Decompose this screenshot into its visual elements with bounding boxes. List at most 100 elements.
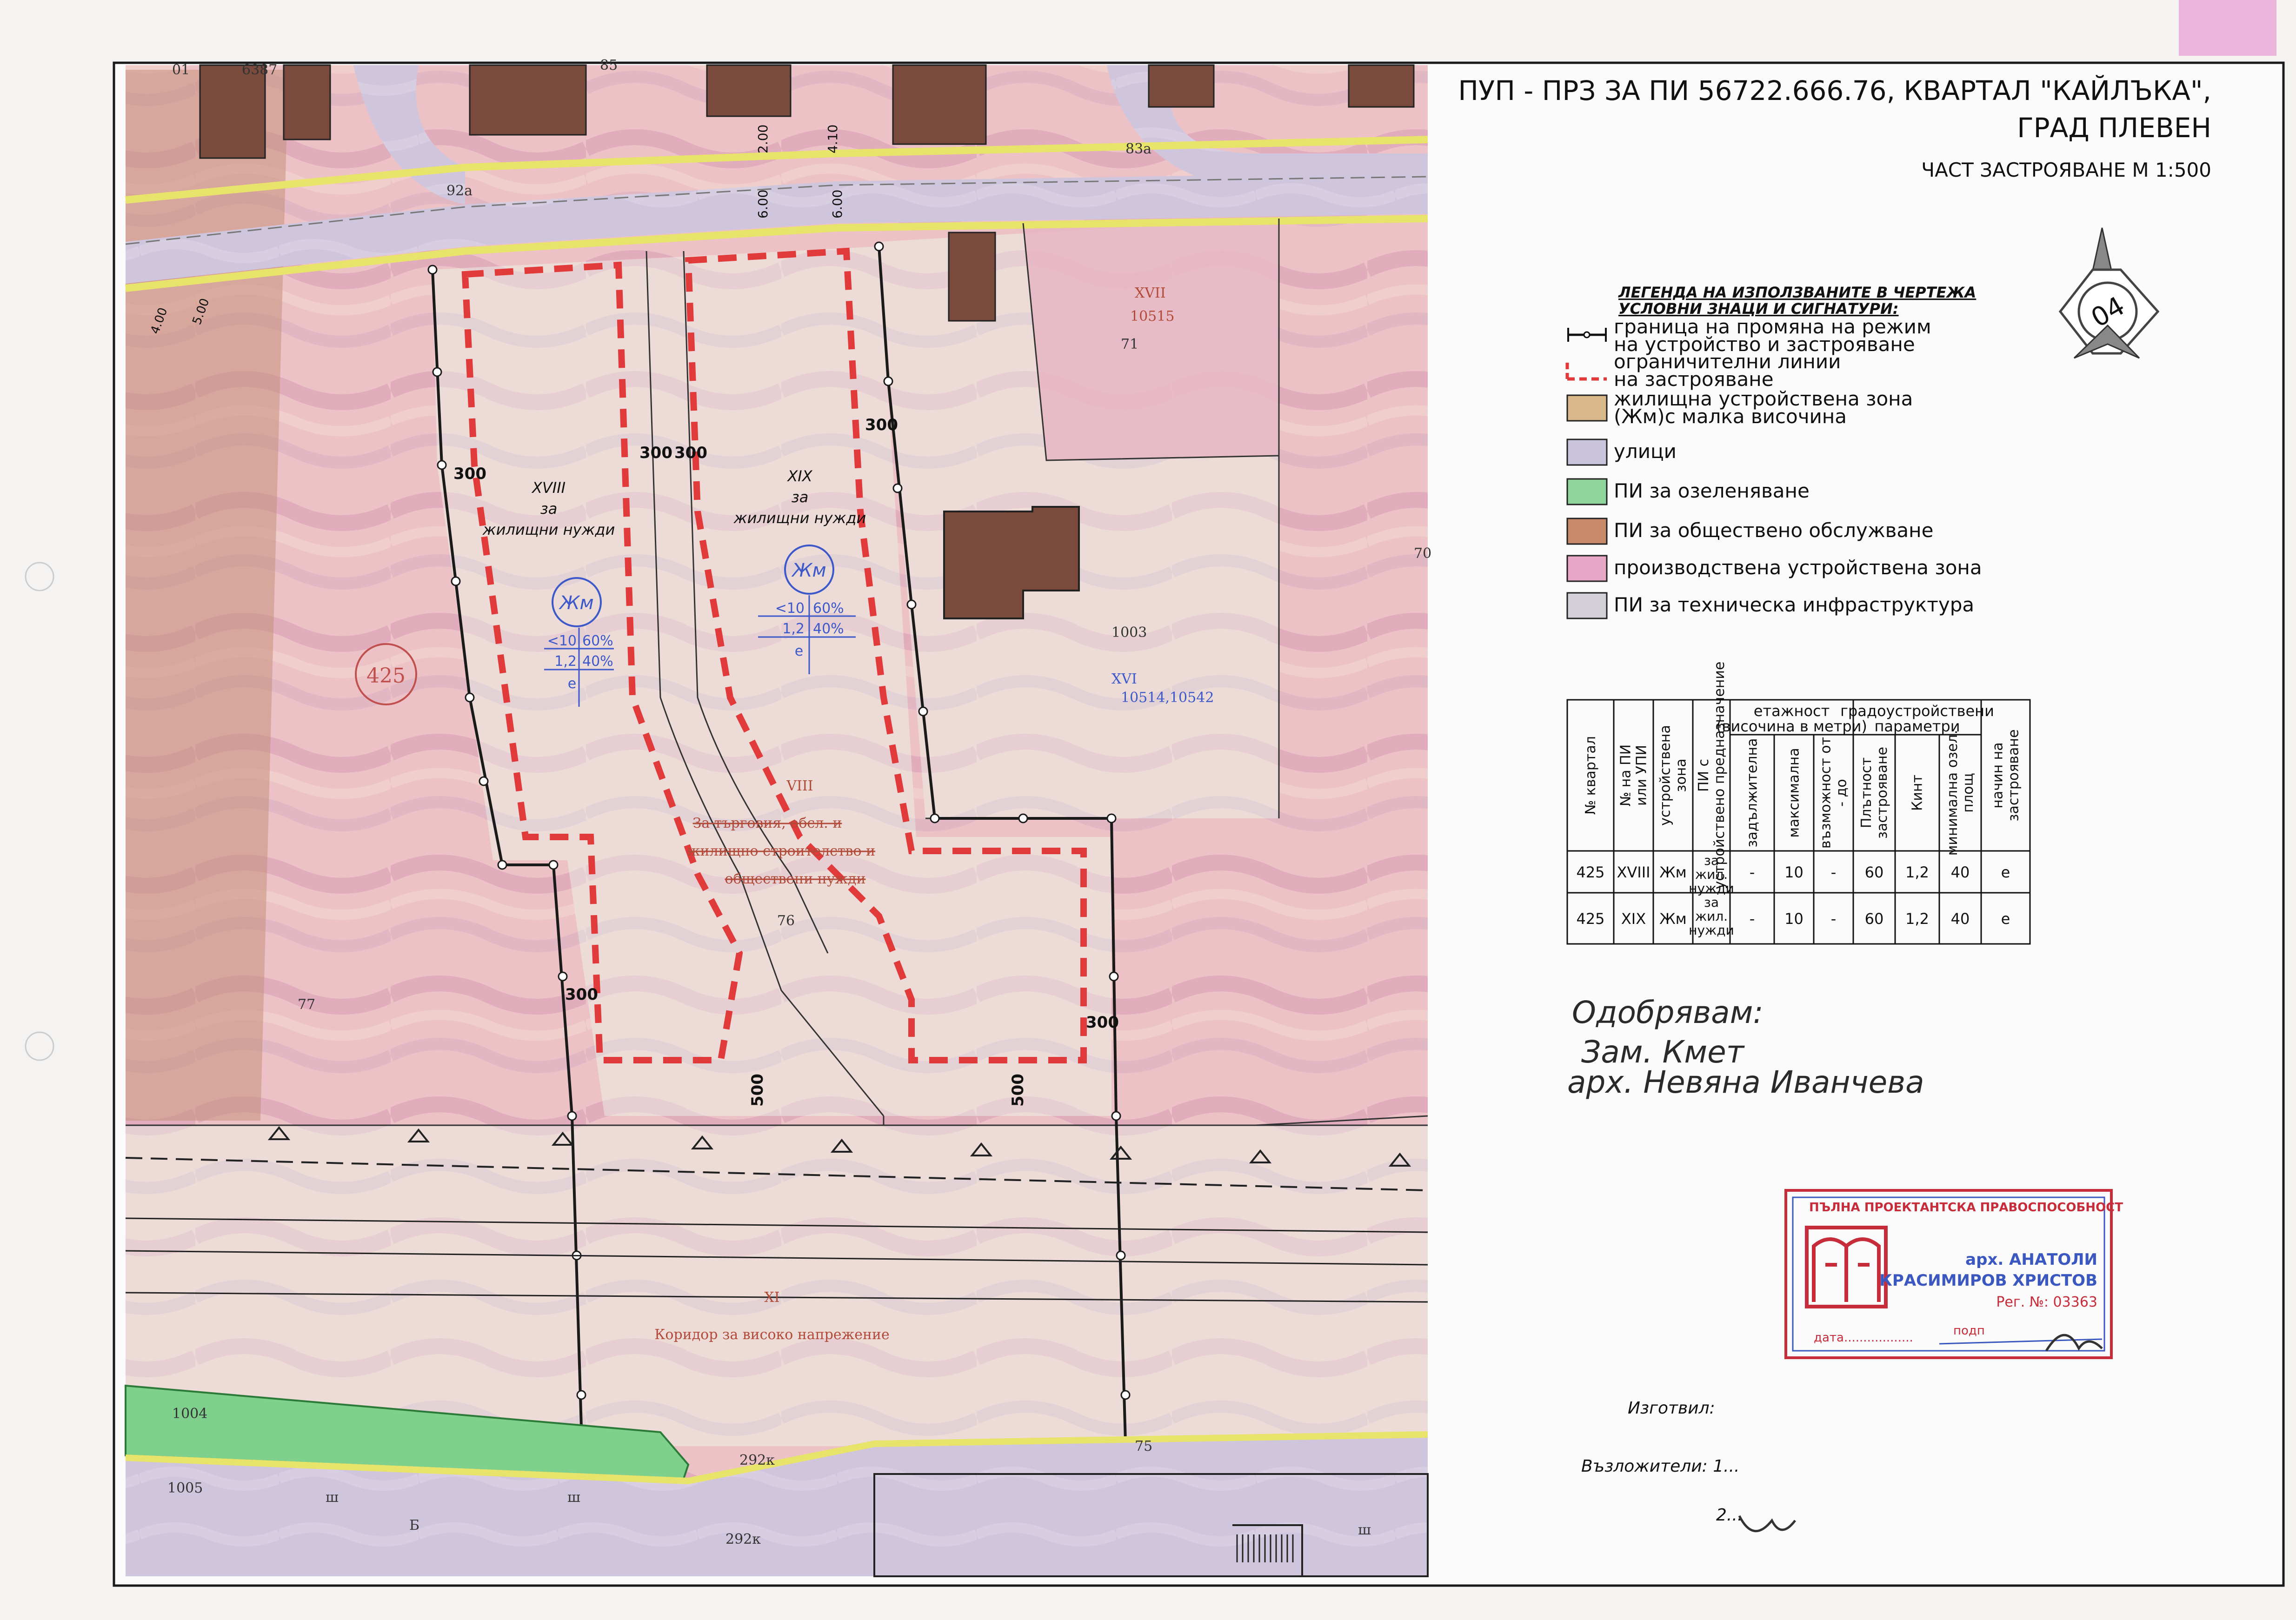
group-header: (височина в метри) — [1716, 717, 1867, 735]
green-value: 40% — [813, 621, 844, 637]
parcel-label: 6387 — [242, 62, 277, 78]
parcel-label: VIII — [786, 778, 813, 794]
mode-value: е — [568, 676, 576, 692]
table-cell: XVIII — [1617, 863, 1650, 881]
parcel-label: 76 — [777, 913, 795, 929]
struck-purpose: За търговия, обсл. и — [693, 815, 842, 831]
parcel-label: XVII — [1135, 285, 1166, 301]
legend-label: ПИ за озеленяване — [1614, 479, 1810, 502]
dimension: 300 — [453, 465, 486, 483]
dimension: 500 — [748, 1074, 767, 1107]
legend-label: улици — [1614, 440, 1677, 463]
column-header: Кинт — [1910, 775, 1926, 811]
plot-purpose-line2: жилищни нужди — [482, 521, 615, 538]
legend-heading: ЛЕГЕНДА НА ИЗПОЛЗВАНИТЕ В ЧЕРТЕЖА — [1618, 284, 1976, 301]
street-label: 292к — [739, 1452, 775, 1468]
building — [948, 232, 996, 322]
corridor-label: Коридор за високо напрежение — [654, 1327, 890, 1343]
density-value: 60% — [813, 600, 844, 617]
map-area: 425 XVIII за жилищни нужди Жм <10 60% 1,… — [125, 57, 1431, 1577]
parcel-label: 10514,10542 — [1121, 690, 1214, 706]
column-header: № квартал — [1583, 736, 1599, 815]
table-cell: жил. — [1695, 909, 1728, 924]
dimension: 6.00 — [755, 190, 771, 219]
title-subtitle: ЧАСТ ЗАСТРОЯВАНЕ М 1:500 — [1921, 159, 2211, 181]
dimension: 4.10 — [825, 125, 840, 153]
parcel-71-area — [1023, 214, 1279, 460]
punch-hole — [25, 562, 54, 591]
plot-purpose-line2: жилищни нужди — [733, 509, 866, 527]
street-label: ш — [567, 1489, 580, 1506]
parcel-label: XI — [764, 1289, 779, 1306]
street-label: 83a — [1125, 141, 1151, 157]
street-label: ш — [1358, 1522, 1371, 1538]
plot-id-label: XVIII — [531, 479, 566, 497]
plan-sheet: 425 XVIII за жилищни нужди Жм <10 60% 1,… — [25, 0, 2285, 1587]
parcel-label: 1003 — [1111, 624, 1147, 641]
dimension: 300 — [865, 416, 898, 434]
column-header: или УПИ — [1634, 745, 1650, 806]
zone-label: Жм — [558, 592, 593, 614]
column-header: зона — [1673, 758, 1690, 792]
plot-purpose-line1: за — [540, 500, 558, 518]
table-cell: - — [1750, 863, 1755, 881]
stamp-header: ПЪЛНА ПРОЕКТАНТСКА ПРАВОСПОСОБНОСТ — [1809, 1201, 2123, 1215]
parcel-label: 71 — [1121, 336, 1138, 352]
parcel-label: 01 — [172, 62, 190, 78]
column-header: ПИ с — [1696, 759, 1712, 792]
legend-item: ПИ за озеленяване — [1566, 478, 1810, 505]
legend-label: ПИ за техническа инфраструктура — [1614, 593, 1974, 616]
column-header: - до — [1834, 779, 1850, 806]
prepared-by-label: Изготвил: — [1628, 1399, 1715, 1418]
table-cell: жил. — [1695, 867, 1728, 882]
struck-purpose: обществени нужди — [725, 871, 865, 887]
legend-swatch — [1566, 518, 1608, 545]
street-label: Б — [409, 1517, 419, 1534]
table-cell: - — [1831, 910, 1837, 928]
building — [1348, 64, 1415, 108]
parcel-label: 1005 — [167, 1480, 203, 1496]
punch-hole — [25, 1031, 54, 1061]
dimension: 2.00 — [755, 125, 771, 153]
table-cell: XIX — [1621, 910, 1646, 928]
parcel-label: 1004 — [172, 1406, 207, 1422]
column-header: устройствена — [1657, 725, 1674, 826]
assigners-label: Възложители: 1... — [1581, 1457, 1739, 1476]
plot-id-label: XIX — [786, 467, 812, 485]
title-line2: ГРАД ПЛЕВЕН — [2017, 112, 2211, 144]
dimension: 300 — [565, 985, 598, 1004]
legend-item: улици — [1566, 438, 1677, 466]
parcel-label: 70 — [1414, 545, 1431, 562]
table-cell: 1,2 — [1905, 910, 1929, 928]
legend-item: ПИ за техническа инфраструктура — [1566, 592, 1974, 619]
parcel-label: 77 — [298, 996, 315, 1013]
legend-item: ПИ за обществено обслужване — [1566, 518, 1933, 545]
parcel-label: 75 — [1135, 1438, 1152, 1454]
column-header: № на ПИ — [1618, 744, 1634, 806]
height-value: <10 — [547, 633, 577, 649]
column-header: начин на — [1990, 742, 2006, 808]
column-header: застрояване — [2006, 730, 2022, 822]
column-header: застрояване — [1874, 747, 1890, 839]
plot-purpose-line1: за — [792, 488, 809, 506]
table-cell: 40 — [1951, 910, 1970, 928]
building — [469, 64, 587, 136]
dimension: 300 — [639, 444, 672, 462]
green-value: 40% — [582, 653, 613, 670]
building — [706, 64, 792, 117]
table-cell: нужди — [1689, 923, 1734, 938]
legend-item: граница на промяна на режимна устройство… — [1567, 315, 1931, 356]
assigner2-label: 2... — [1716, 1506, 1743, 1525]
street-label: 92a — [446, 183, 473, 199]
mode-value: е — [795, 643, 803, 659]
column-header: Плътност — [1858, 757, 1875, 828]
corridor-area — [126, 1125, 1428, 1446]
table-cell: 10 — [1784, 910, 1804, 928]
dimension: 6.00 — [830, 190, 845, 219]
street-label: 292к — [725, 1531, 761, 1547]
table-cell: е — [2001, 910, 2010, 928]
building — [283, 64, 331, 140]
stamp-date: дата.................. — [1814, 1331, 1913, 1345]
legend-swatch — [1566, 394, 1608, 422]
stamp-name2: КРАСИМИРОВ ХРИСТОВ — [1879, 1271, 2097, 1290]
